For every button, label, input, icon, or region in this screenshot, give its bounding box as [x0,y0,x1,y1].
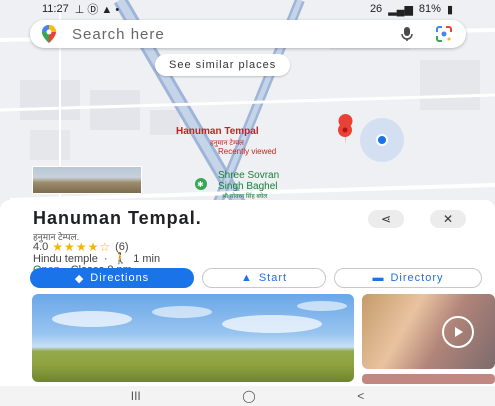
svg-text:✱: ✱ [197,180,204,189]
nearby-place-label[interactable]: Shree Sovran Singh Baghel [218,170,279,192]
search-input[interactable]: Search here [72,26,398,43]
place-sheet[interactable]: Hanuman Tempal. ⋖ ✕ हनुमान टेम्पल. 4.0 ★… [0,200,495,406]
photo-clouds [52,301,347,333]
maps-logo-icon [42,25,56,43]
system-nav-bar: III ◯ < [0,386,495,406]
directory-label: Directory [390,272,444,284]
nearby-name-line2: Singh Baghel [218,181,278,192]
action-buttons: ◆ Directions ▲ Start ▬ Directory [30,268,482,288]
signal-icon: ▂▄▆ [388,3,413,16]
back-button[interactable]: < [357,389,364,403]
place-title: Hanuman Tempal. [33,208,202,228]
battery-level: 81% [418,3,441,15]
drive-time: 1 min [133,252,161,265]
nearby-sub-label: श्री सोवरन सिंह बघेल [222,194,268,200]
status-time: 11:27 [42,3,69,15]
lens-icon[interactable] [434,24,454,44]
start-label: Start [258,272,288,284]
navigation-arrow-icon: ▲ [240,272,253,284]
store-icon: ▬ [372,272,385,284]
play-icon[interactable] [442,316,474,348]
status-signal-text: 26 [369,3,383,15]
place-category: Hindu temple [33,252,98,265]
home-button[interactable]: ◯ [242,389,255,403]
share-button[interactable]: ⋖ [368,210,404,228]
share-icon: ⋖ [380,212,392,226]
see-similar-places-chip[interactable]: See similar places [155,54,291,76]
battery-icon: ▮ [446,3,453,16]
status-notification-icons: ⊥ Ⓓ ▲ • [74,4,120,16]
directory-button[interactable]: ▬ Directory [334,268,482,288]
mic-icon[interactable] [398,25,416,43]
maps-screen: ✱ Hanuman Tempal हनुमान टेम्पल Recently … [0,0,495,406]
directions-icon: ◆ [74,272,85,285]
pin-title-label[interactable]: Hanuman Tempal [176,126,259,137]
place-video-thumbnail[interactable] [362,294,495,369]
separator: · [103,252,108,265]
directions-label: Directions [90,272,150,284]
start-button[interactable]: ▲ Start [202,268,326,288]
nearby-name-line1: Shree Sovran [218,170,280,181]
recents-button[interactable]: III [131,389,141,403]
status-bar: 11:27 ⊥ Ⓓ ▲ • 26 ▂▄▆ 81% ▮ [0,0,495,18]
search-bar[interactable]: Search here [30,20,466,48]
place-photo-secondary[interactable] [362,374,495,384]
place-photo-main[interactable] [32,294,354,382]
close-button[interactable]: ✕ [430,210,466,228]
directions-button[interactable]: ◆ Directions [30,268,194,288]
pin-recent-label: Recently viewed [218,147,277,156]
map-thumbnail[interactable] [32,166,142,194]
close-icon: ✕ [442,212,454,226]
